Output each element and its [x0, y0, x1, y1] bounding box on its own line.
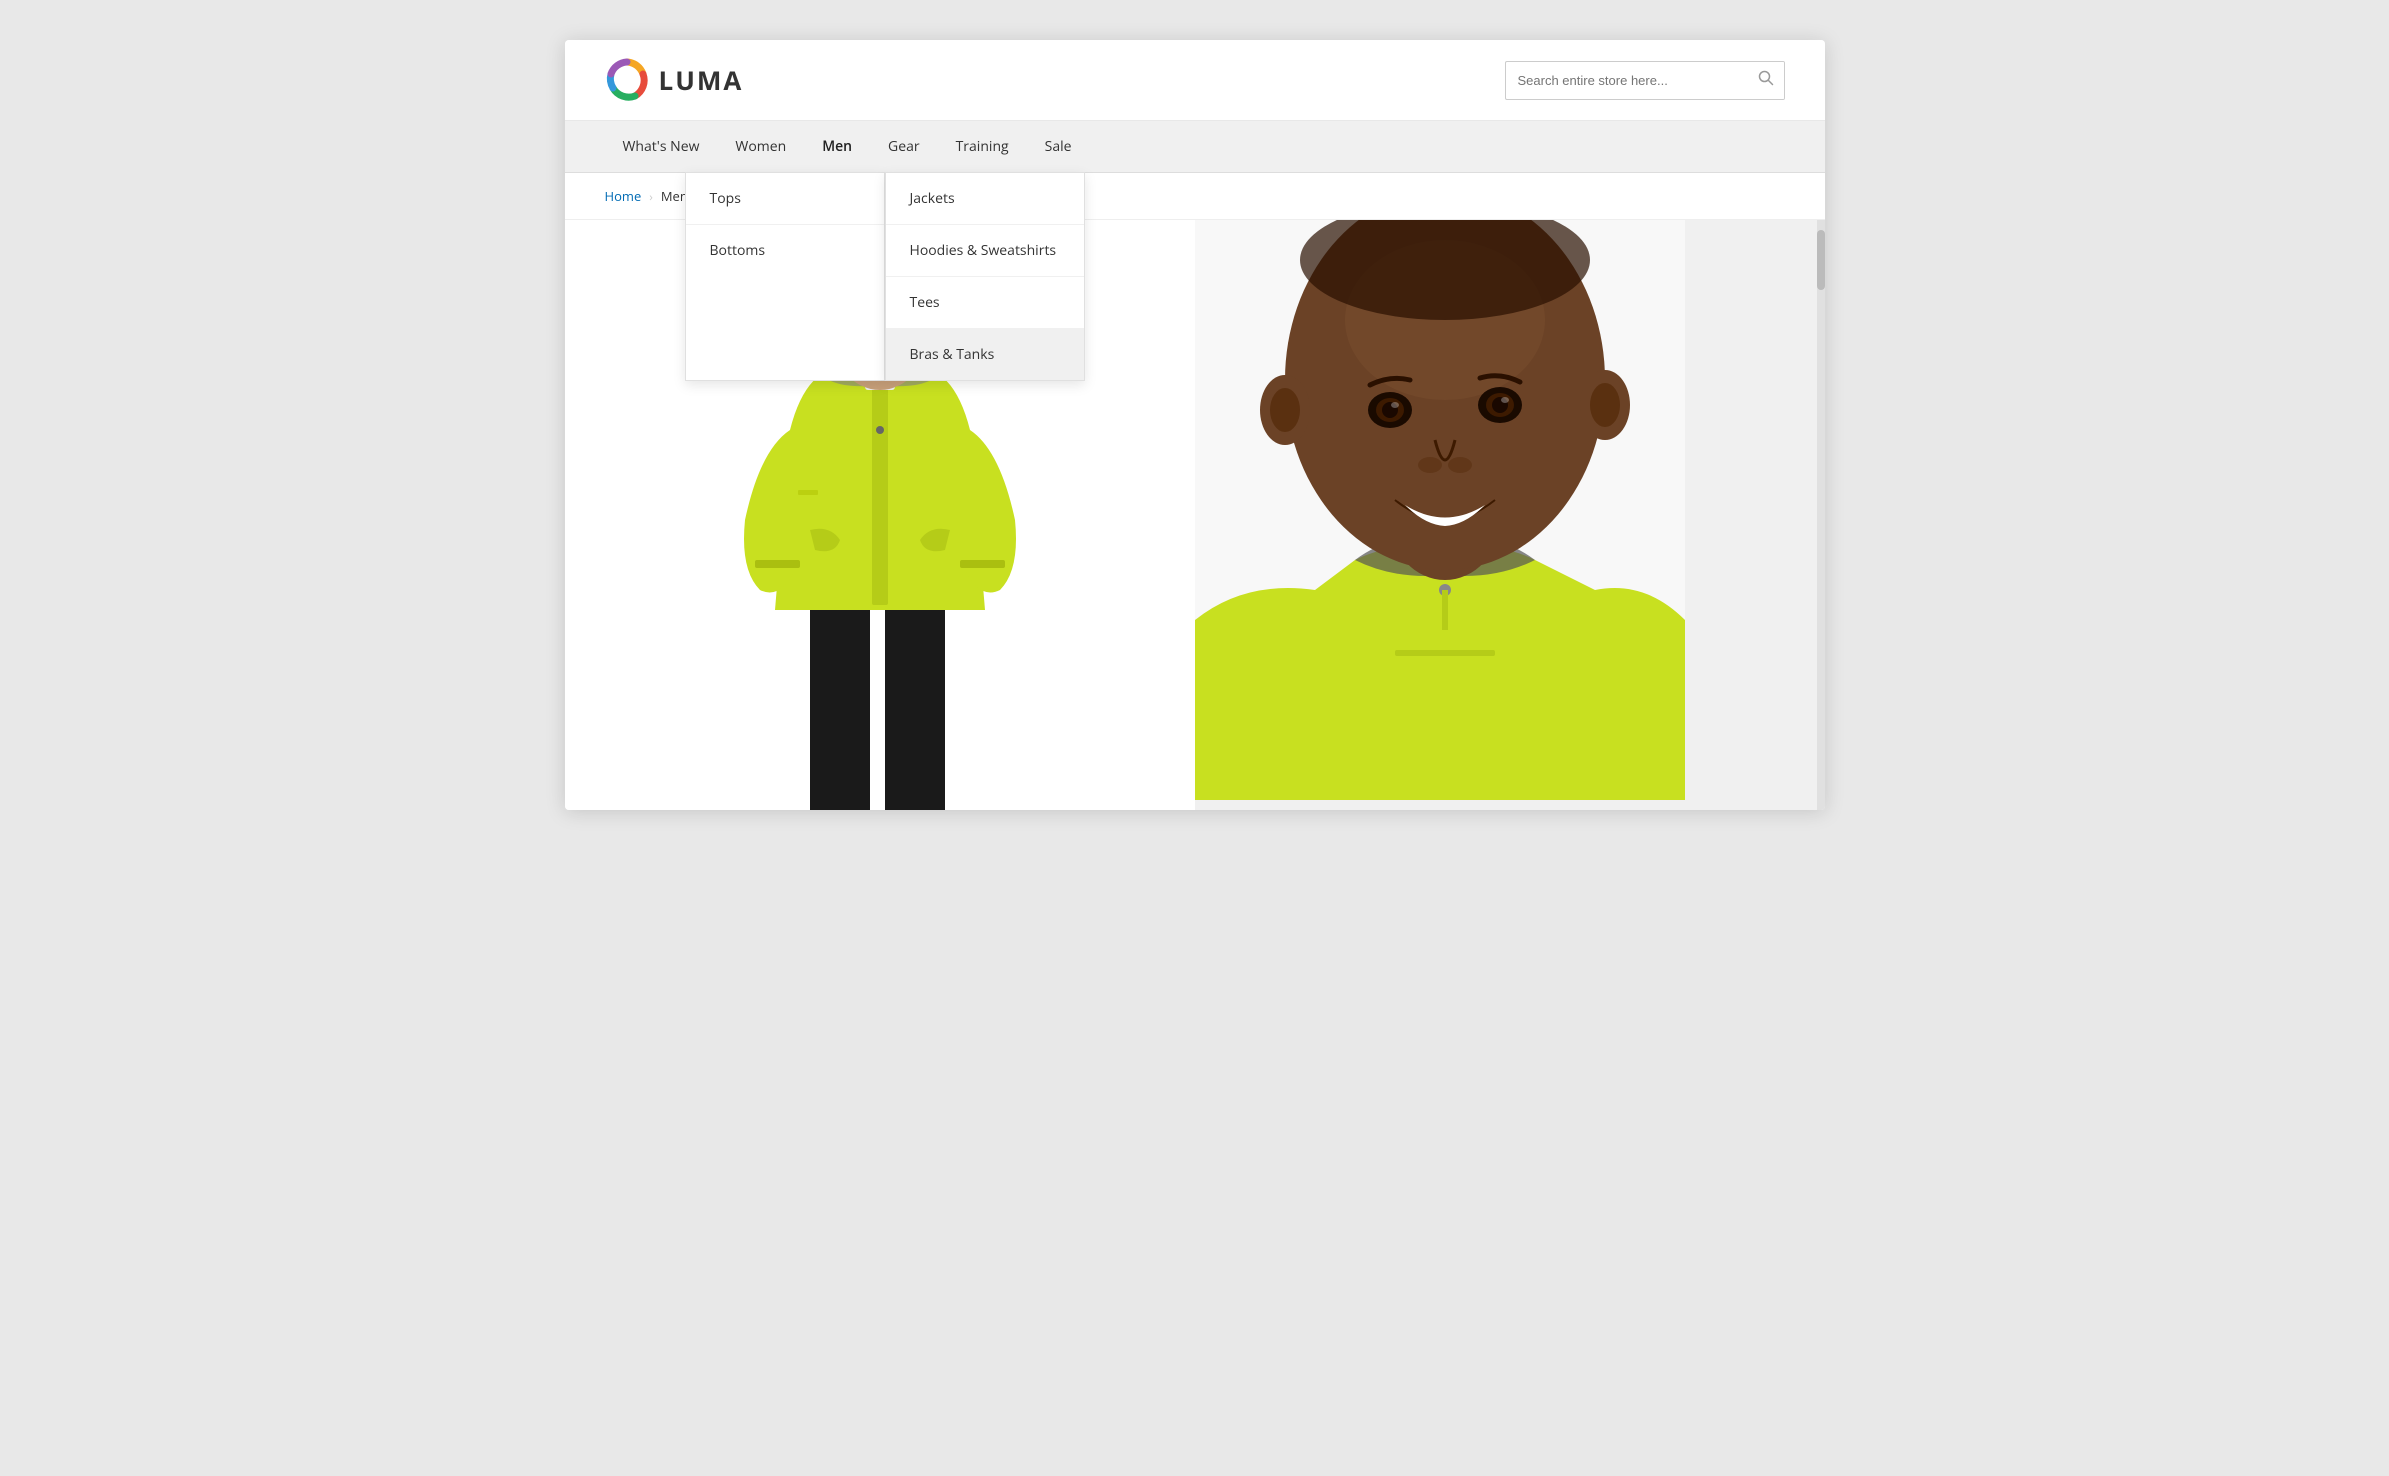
dropdown-item-bras-tanks[interactable]: Bras & Tanks [886, 329, 1084, 380]
luma-logo-icon [605, 58, 649, 102]
dropdown-item-jackets[interactable]: Jackets [886, 173, 1084, 225]
search-area [1505, 61, 1785, 100]
nav-item-men[interactable]: Men [804, 121, 870, 172]
nav-item-gear[interactable]: Gear [870, 121, 938, 172]
nav-item-whats-new[interactable]: What's New [605, 121, 718, 172]
dropdown-item-bottoms[interactable]: Bottoms [686, 225, 884, 276]
search-input[interactable] [1506, 65, 1748, 96]
nav-bar: What's New Women Men Gear Training Sale … [565, 121, 1825, 173]
search-icon [1758, 70, 1774, 86]
breadcrumb-home[interactable]: Home [605, 187, 642, 205]
dropdown-col-tops-sub: Jackets Hoodies & Sweatshirts Tees Bras … [885, 172, 1085, 381]
hero-right-panel [1195, 220, 1825, 810]
scrollbar[interactable] [1817, 220, 1825, 810]
dropdown-menu: Tops Bottoms Jackets Hoodies & Sweatshir… [685, 172, 1085, 381]
scrollbar-thumb[interactable] [1817, 230, 1825, 290]
logo-area: LUMA [605, 58, 744, 102]
breadcrumb-separator: › [649, 188, 653, 205]
hero-right-figure [1195, 220, 1685, 800]
dropdown-col-men: Tops Bottoms [685, 172, 885, 381]
logo-text: LUMA [659, 62, 744, 98]
browser-window: LUMA What's New Women Men Gear Training … [565, 40, 1825, 810]
dropdown-item-tees[interactable]: Tees [886, 277, 1084, 329]
nav-item-sale[interactable]: Sale [1027, 121, 1090, 172]
nav-item-women[interactable]: Women [717, 121, 804, 172]
nav-item-training[interactable]: Training [938, 121, 1027, 172]
dropdown-item-tops[interactable]: Tops [686, 173, 884, 225]
dropdown-item-hoodies-sweatshirts[interactable]: Hoodies & Sweatshirts [886, 225, 1084, 277]
search-button[interactable] [1748, 62, 1784, 99]
header: LUMA [565, 40, 1825, 121]
